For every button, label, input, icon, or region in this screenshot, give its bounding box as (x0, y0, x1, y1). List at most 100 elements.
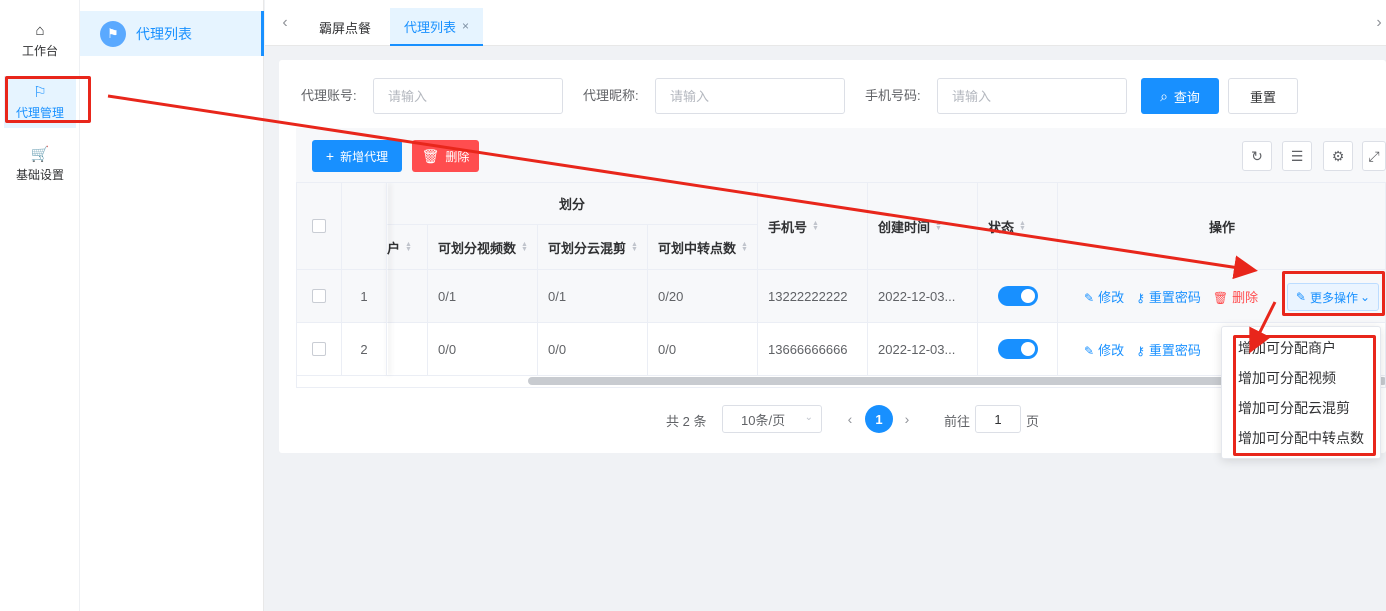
current-page[interactable]: 1 (865, 405, 893, 433)
sort-icon[interactable]: ▲ ▼ (405, 241, 412, 253)
reset-button[interactable]: 重置 (1228, 78, 1298, 114)
account-label: 代理账号: (301, 88, 357, 103)
phone-header[interactable]: 手机号 ▲ ▼ (758, 183, 868, 270)
account-input[interactable] (373, 78, 563, 114)
row-checkbox[interactable] (312, 289, 326, 303)
phone-input[interactable] (937, 78, 1127, 114)
phone-header-label: 手机号 (768, 219, 808, 235)
goto-label: 前往 (944, 414, 971, 429)
gear-icon[interactable]: ⚙ (1323, 141, 1353, 171)
delete-button[interactable]: 🗑 删除 (412, 140, 479, 172)
cloud-header[interactable]: 可划分云混剪 ▲ ▼ (538, 225, 648, 270)
sort-icon[interactable]: ▲ ▼ (741, 241, 748, 253)
tab-label: 霸屏点餐 (319, 20, 372, 36)
delete-button-label: 删除 (445, 149, 470, 164)
page-suffix: 页 (1026, 414, 1040, 429)
cell-value: 13666666666 (768, 341, 848, 357)
tab-agent-list[interactable]: 代理列表 × (390, 8, 484, 46)
row-1-select-cell (297, 270, 342, 323)
sort-icon[interactable]: ▲ ▼ (1019, 220, 1026, 232)
created-header[interactable]: 创建时间 ▲ ▼ (868, 183, 978, 270)
page-size-select[interactable]: 10条/页 ⌄ (722, 405, 822, 433)
row-2-video: 0/0 (428, 323, 538, 376)
sort-icon[interactable]: ▲ ▼ (631, 241, 638, 253)
rail-item-basic-settings[interactable]: 🛒 基础设置 (4, 138, 76, 190)
relay-header-label: 可划中转点数 (658, 240, 737, 256)
goto-input[interactable] (975, 405, 1021, 433)
row-1-relay: 0/20 (648, 270, 758, 323)
merchant-header[interactable]: 户 ▲ ▼ (387, 225, 428, 270)
status-header[interactable]: 状态 ▲ ▼ (978, 183, 1058, 270)
row-2-merchant (387, 323, 428, 376)
video-header[interactable]: 可划分视频数 ▲ ▼ (428, 225, 538, 270)
home-icon: ⌂ (35, 21, 45, 39)
reset-password-link[interactable]: ⚷ 重置密码 (1136, 287, 1201, 306)
cell-value: 0/20 (658, 288, 684, 304)
key-icon: ⚷ (1136, 343, 1145, 358)
tab-scroll-left-icon[interactable]: ‹ (271, 0, 299, 46)
group-header: 划分 (387, 183, 758, 225)
key-icon: ⚷ (1136, 290, 1145, 305)
rail-item-workbench[interactable]: ⌂ 工作台 (4, 14, 76, 66)
prev-page-icon[interactable]: ‹ (842, 405, 858, 433)
table-toolbar: + 新增代理 🗑 删除 ↻ ☰ ⚙ ⤢ (296, 128, 1386, 182)
row-checkbox[interactable] (312, 342, 326, 356)
row-2-select-cell (297, 323, 342, 376)
query-button[interactable]: ⌕ 查询 (1141, 78, 1219, 114)
sort-icon[interactable]: ▲ ▼ (812, 220, 819, 232)
column-list-icon[interactable]: ☰ (1282, 141, 1312, 171)
row-1-phone: 13222222222 (758, 270, 868, 323)
group-header-label: 划分 (558, 197, 585, 212)
rail-item-label: 工作台 (21, 43, 58, 58)
row-2-relay: 0/0 (648, 323, 758, 376)
merchant-header-label: 户 (387, 240, 401, 256)
next-page-icon[interactable]: › (899, 405, 915, 433)
delete-label: 删除 (1232, 289, 1259, 305)
row-1-created: 2022-12-03... (868, 270, 978, 323)
relay-header[interactable]: 可划中转点数 ▲ ▼ (648, 225, 758, 270)
total-count: 共 2 条 (666, 414, 707, 429)
phone-label: 手机号码: (865, 88, 921, 103)
annotation-box-dropdown (1233, 335, 1376, 456)
edit-label: 修改 (1098, 342, 1125, 358)
close-icon[interactable]: × (462, 19, 469, 33)
reset-password-label: 重置密码 (1148, 289, 1201, 305)
cell-value: 0/0 (658, 341, 677, 357)
status-switch[interactable] (998, 286, 1038, 306)
reset-password-label: 重置密码 (1148, 342, 1201, 358)
select-all-checkbox[interactable] (312, 219, 326, 233)
row-index-label: 1 (360, 288, 368, 304)
annotation-box-more-button (1282, 271, 1385, 316)
query-button-label: 查询 (1173, 89, 1200, 105)
row-1-cloud: 0/1 (538, 270, 648, 323)
row-1-merchant (387, 270, 428, 323)
nickname-input[interactable] (655, 78, 845, 114)
trash-icon: 🗑 (421, 147, 440, 164)
tab-scroll-right-icon[interactable]: › (1365, 0, 1386, 46)
sort-icon[interactable]: ▲ ▼ (935, 220, 942, 232)
status-switch[interactable] (998, 339, 1038, 359)
cloud-header-label: 可划分云混剪 (548, 240, 627, 256)
sort-icon[interactable]: ▲ ▼ (521, 241, 528, 253)
reset-password-link[interactable]: ⚷ 重置密码 (1136, 340, 1201, 359)
content-card: 代理账号: 代理昵称: 手机号码: ⌕ 查询 重置 + 新增代理 🗑 删除 ↻ … (279, 60, 1386, 453)
add-agent-button[interactable]: + 新增代理 (312, 140, 402, 172)
row-1-index: 1 (342, 270, 387, 323)
tab-screen-ordering[interactable]: 霸屏点餐 (305, 8, 385, 46)
cell-value: 0/0 (438, 341, 457, 357)
row-2-created: 2022-12-03... (868, 323, 978, 376)
edit-link[interactable]: ✎ 修改 (1084, 287, 1124, 306)
fullscreen-icon[interactable]: ⤢ (1362, 141, 1386, 171)
submenu-item-agent-list[interactable]: ⚑ 代理列表 (80, 11, 264, 56)
row-1-video: 0/1 (428, 270, 538, 323)
tab-label: 代理列表 (404, 19, 457, 35)
chevron-down-icon: ⌄ (804, 412, 813, 423)
submenu-item-label: 代理列表 (136, 25, 192, 42)
edit-link[interactable]: ✎ 修改 (1084, 340, 1124, 359)
index-header (342, 183, 387, 270)
status-header-label: 状态 (988, 219, 1015, 235)
refresh-icon[interactable]: ↻ (1242, 141, 1272, 171)
video-header-label: 可划分视频数 (438, 240, 517, 256)
delete-link[interactable]: 🗑 删除 (1213, 287, 1258, 306)
actions-header-label: 操作 (1208, 219, 1235, 235)
